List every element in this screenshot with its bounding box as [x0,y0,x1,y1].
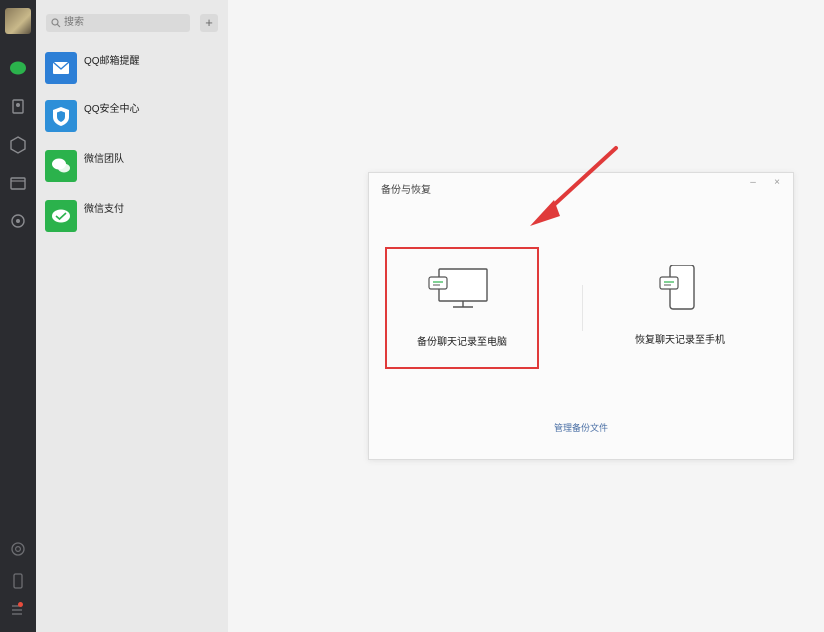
phone-icon [659,265,695,310]
mini-program-icon[interactable] [7,538,29,560]
navigation-rail [0,0,36,632]
chat-item-wechat-pay[interactable]: 微信支付 [36,194,228,240]
mail-icon [45,52,77,84]
phone-icon[interactable] [7,570,29,592]
search-icon [51,18,61,28]
moments-icon[interactable] [7,210,29,232]
option-divider [582,285,583,331]
files-icon[interactable] [7,172,29,194]
search-placeholder: 搜索 [64,17,84,28]
chat-name: 微信支付 [84,204,124,215]
chat-item-qq-mail[interactable]: QQ邮箱提醒 [36,46,228,92]
close-button[interactable]: × [771,177,783,188]
chat-list-panel: 搜索 + QQ邮箱提醒 QQ安全中心 微信团队 微信支付 [36,0,228,632]
chat-item-qq-security[interactable]: QQ安全中心 [36,94,228,140]
manage-backup-link[interactable]: 管理备份文件 [369,421,793,434]
menu-icon[interactable] [7,598,29,620]
chat-name: QQ邮箱提醒 [84,56,140,67]
dialog-title: 备份与恢复 [381,185,431,196]
backup-to-pc-label: 备份聊天记录至电脑 [417,337,507,348]
backup-to-pc-option[interactable]: 备份聊天记录至电脑 [385,247,539,369]
restore-to-phone-label: 恢复聊天记录至手机 [635,335,725,346]
monitor-icon [428,268,488,308]
notification-dot [18,602,23,607]
minimize-button[interactable]: – [747,177,759,188]
chat-item-wechat-team[interactable]: 微信团队 [36,144,228,190]
chat-icon[interactable] [7,58,29,80]
annotation-arrow-icon [530,146,618,226]
chat-name: QQ安全中心 [84,104,140,115]
search-input[interactable]: 搜索 [46,14,190,32]
wechat-pay-icon [45,200,77,232]
restore-to-phone-option[interactable]: 恢复聊天记录至手机 [605,247,755,365]
avatar[interactable] [5,8,31,34]
favorites-icon[interactable] [7,134,29,156]
add-button[interactable]: + [200,14,218,32]
shield-icon [45,100,77,132]
chat-name: 微信团队 [84,154,124,165]
contacts-icon[interactable] [7,96,29,118]
wechat-icon [45,150,77,182]
